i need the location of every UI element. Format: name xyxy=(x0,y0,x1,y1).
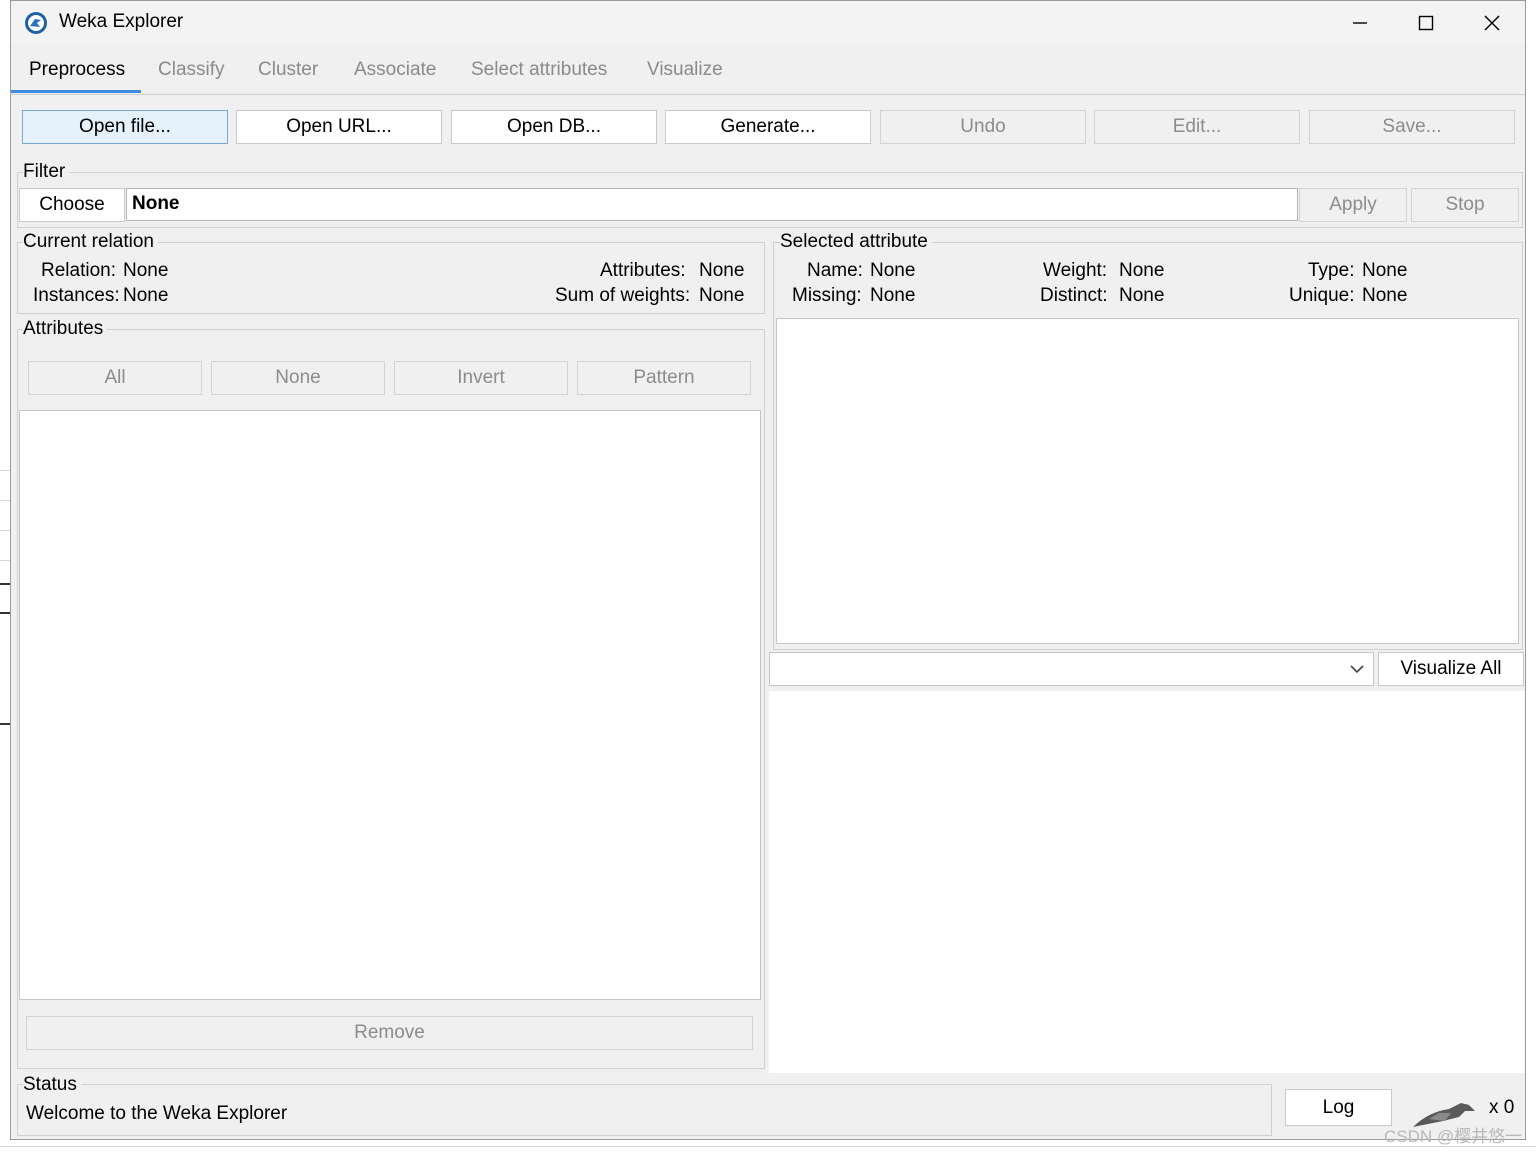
tab-cluster[interactable]: Cluster xyxy=(258,59,318,81)
close-icon xyxy=(1484,15,1500,31)
save-button[interactable]: Save... xyxy=(1309,110,1515,144)
attributes-count-value: None xyxy=(699,260,745,281)
generate-button[interactable]: Generate... xyxy=(665,110,871,144)
minimize-icon xyxy=(1353,22,1367,24)
invert-selection-button[interactable]: Invert xyxy=(394,361,568,395)
title-bar: Weka Explorer xyxy=(11,1,1525,45)
chevron-down-icon xyxy=(1350,665,1364,674)
visualize-all-button[interactable]: Visualize All xyxy=(1378,652,1524,686)
class-attribute-select[interactable] xyxy=(769,652,1374,686)
tab-bar: Preprocess Classify Cluster Associate Se… xyxy=(11,49,1525,95)
choose-filter-button[interactable]: Choose xyxy=(19,188,125,222)
status-message: Welcome to the Weka Explorer xyxy=(26,1103,288,1124)
remove-button[interactable]: Remove xyxy=(26,1016,753,1050)
name-label: Name: xyxy=(807,260,863,281)
weight-value: None xyxy=(1119,260,1165,281)
type-label: Type: xyxy=(1308,260,1355,281)
status-title: Status xyxy=(23,1074,81,1096)
relation-label: Relation: xyxy=(41,260,116,281)
filter-field[interactable]: None xyxy=(126,188,1298,221)
weka-explorer-window: Weka Explorer Preprocess Classify Cluste… xyxy=(10,0,1526,1140)
weight-label: Weight: xyxy=(1043,260,1108,281)
tab-associate[interactable]: Associate xyxy=(354,59,436,81)
name-value: None xyxy=(870,260,916,281)
active-tab-indicator xyxy=(11,90,141,93)
histogram-area[interactable] xyxy=(769,691,1525,1073)
attribute-stats-table[interactable] xyxy=(776,318,1519,644)
open-url-button[interactable]: Open URL... xyxy=(236,110,442,144)
distinct-value: None xyxy=(1119,285,1165,306)
pattern-button[interactable]: Pattern xyxy=(577,361,751,395)
watermark-text: CSDN @樱井悠一 xyxy=(1384,1127,1523,1146)
window-title: Weka Explorer xyxy=(59,11,184,32)
open-db-button[interactable]: Open DB... xyxy=(451,110,657,144)
sum-of-weights-label: Sum of weights: xyxy=(555,285,691,306)
unique-value: None xyxy=(1362,285,1408,306)
open-file-button[interactable]: Open file... xyxy=(22,110,228,144)
weka-bird-icon xyxy=(25,12,47,34)
missing-label: Missing: xyxy=(792,285,862,306)
instances-label: Instances: xyxy=(33,285,120,306)
undo-button[interactable]: Undo xyxy=(880,110,1086,144)
attributes-title: Attributes xyxy=(23,318,108,340)
minimize-button[interactable] xyxy=(1327,1,1393,45)
type-value: None xyxy=(1362,260,1408,281)
tab-classify[interactable]: Classify xyxy=(158,59,225,81)
stop-filter-button[interactable]: Stop xyxy=(1411,188,1519,222)
tab-preprocess[interactable]: Preprocess xyxy=(29,59,125,81)
edit-button[interactable]: Edit... xyxy=(1094,110,1300,144)
attributes-count-label: Attributes: xyxy=(600,260,686,281)
attributes-list[interactable] xyxy=(19,410,761,1000)
missing-value: None xyxy=(870,285,916,306)
maximize-button[interactable] xyxy=(1393,1,1459,45)
task-count: x 0 xyxy=(1489,1097,1515,1118)
apply-filter-button[interactable]: Apply xyxy=(1299,188,1407,222)
select-all-button[interactable]: All xyxy=(28,361,202,395)
current-relation-title: Current relation xyxy=(23,231,158,253)
distinct-label: Distinct: xyxy=(1040,285,1108,306)
instances-value: None xyxy=(123,285,169,306)
tab-visualize[interactable]: Visualize xyxy=(647,59,723,81)
unique-label: Unique: xyxy=(1289,285,1355,306)
relation-value: None xyxy=(123,260,169,281)
maximize-icon xyxy=(1418,15,1434,31)
sum-of-weights-value: None xyxy=(699,285,745,306)
log-button[interactable]: Log xyxy=(1285,1089,1392,1126)
select-none-button[interactable]: None xyxy=(211,361,385,395)
close-button[interactable] xyxy=(1459,1,1525,45)
selected-attribute-title: Selected attribute xyxy=(780,231,932,253)
tab-select-attributes[interactable]: Select attributes xyxy=(471,59,607,81)
filter-title: Filter xyxy=(23,161,70,183)
